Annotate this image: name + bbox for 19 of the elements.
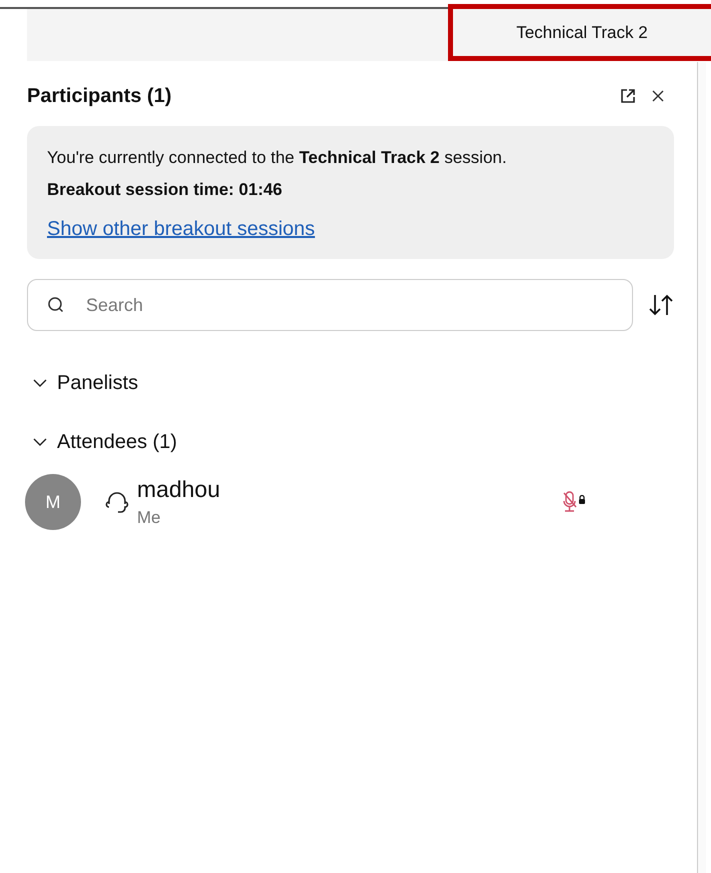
sort-icon[interactable] [647, 293, 675, 317]
close-icon[interactable] [651, 89, 665, 103]
chevron-icon [33, 437, 47, 447]
chevron-icon [33, 378, 47, 388]
breakout-sessions-link[interactable]: Show other breakout sessions [47, 218, 315, 241]
panel-title: Participants (1) [27, 84, 172, 108]
section-toggle[interactable]: Attendees (1) [33, 430, 178, 454]
section-toggle[interactable]: Panelists [33, 371, 138, 395]
search-icon [47, 296, 65, 314]
muted-mic-icon[interactable] [563, 491, 577, 513]
session-message: You're currently connected to the Technical Track 2 session. [47, 148, 507, 168]
participant-subtitle: Me [137, 508, 162, 528]
search-field[interactable]: Search [27, 279, 633, 331]
headset-icon [104, 489, 130, 515]
avatar: M [25, 474, 81, 530]
pop-out-icon[interactable] [619, 87, 637, 105]
session-tab[interactable]: Technical Track 2 [448, 4, 711, 61]
participant-name: madhou [137, 476, 222, 502]
session-timer: Breakout session time: 01:46 [47, 180, 282, 200]
